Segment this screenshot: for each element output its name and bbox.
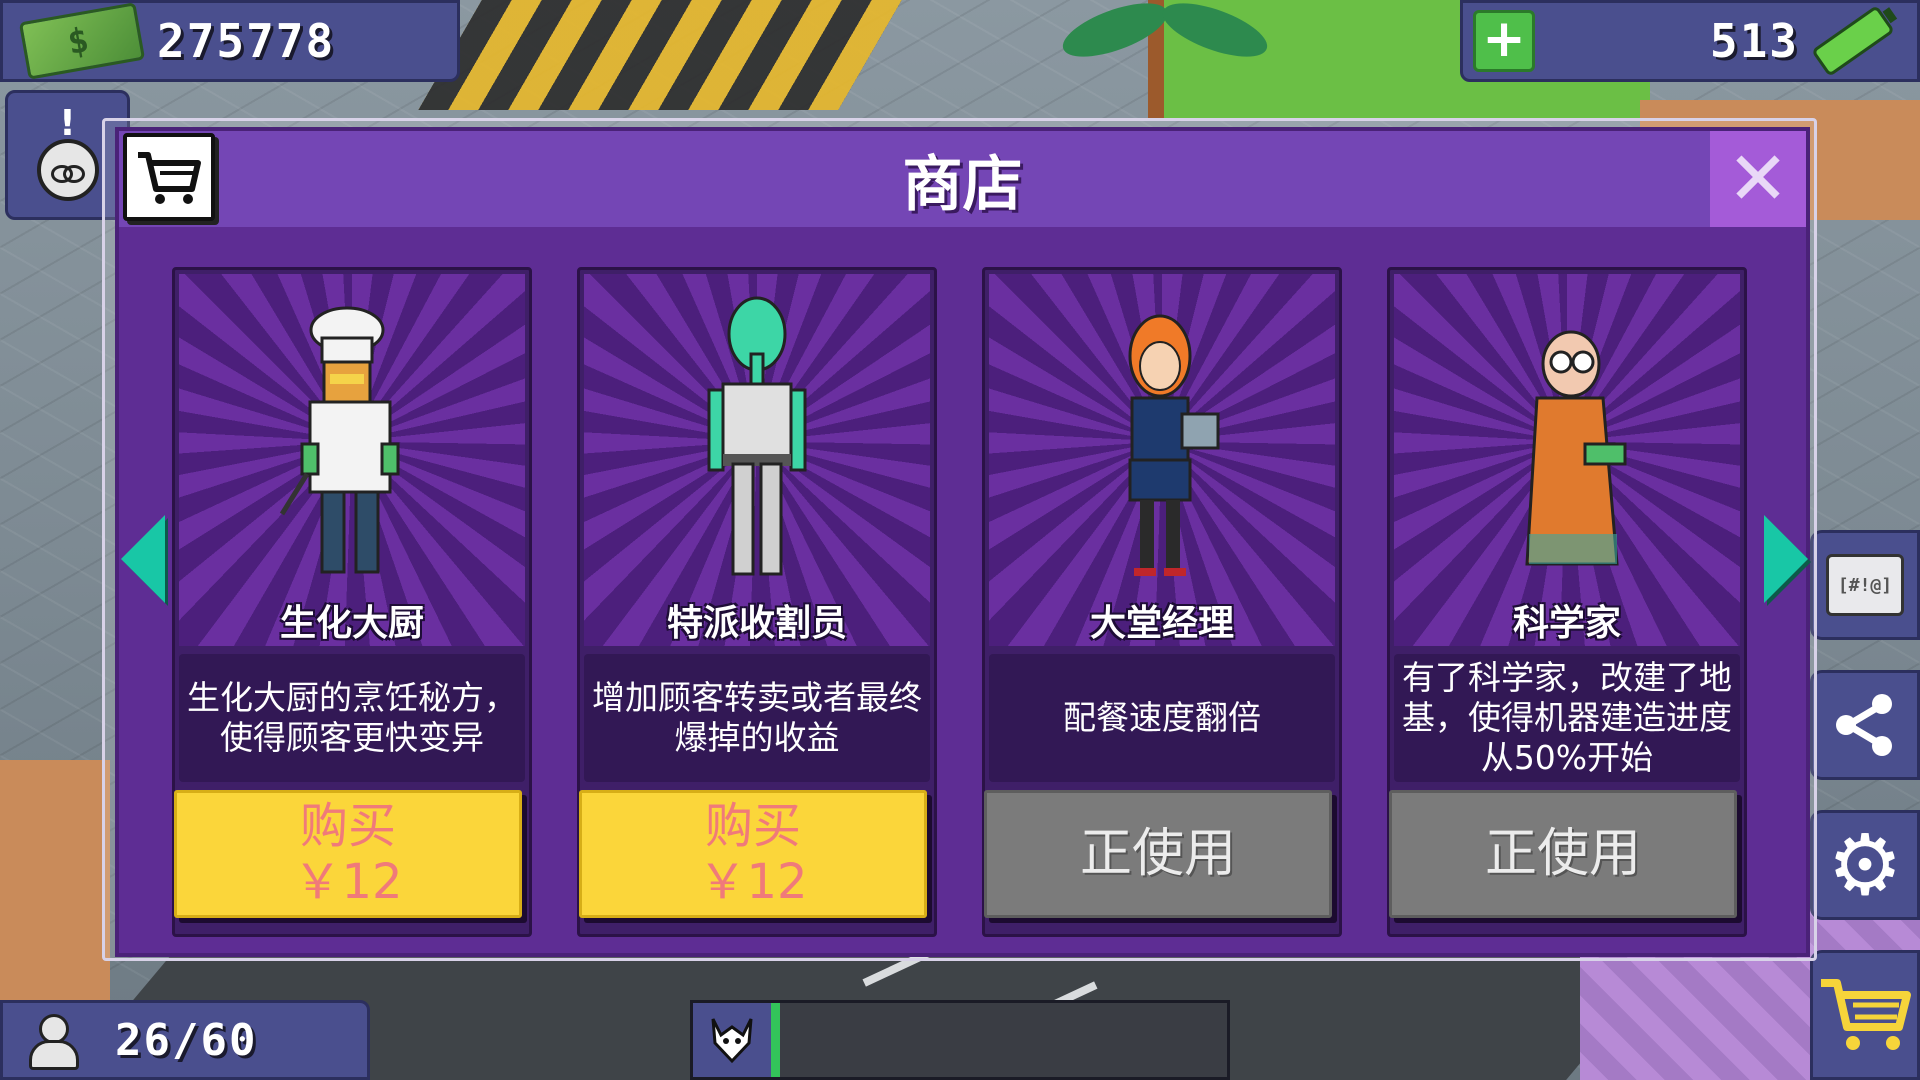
alert-icon: !: [59, 103, 76, 144]
energy-value: 513: [1709, 14, 1799, 68]
card-portrait: 生化大厨: [179, 274, 525, 646]
progress-track: [771, 1003, 1227, 1077]
price-label: ￥12: [698, 854, 808, 910]
shop-card: 生化大厨 生化大厨的烹饪秘方，使得顾客更快变异 购买 ￥12: [172, 267, 532, 937]
shop-panel: 商店 ✕ 生化大厨 生化大厨的烹饪秘方，使得顾客更快变异 购买 ￥12 特派收割…: [115, 127, 1810, 957]
card-name: 科学家: [1512, 603, 1621, 644]
cart-icon: [1821, 979, 1911, 1050]
card-description: 配餐速度翻倍: [989, 654, 1335, 782]
hazard-stripes: [418, 0, 902, 110]
close-button[interactable]: ✕: [1710, 131, 1806, 227]
add-energy-button[interactable]: +: [1473, 10, 1535, 72]
buy-label: 购买: [299, 798, 396, 854]
money-counter: 275778: [0, 0, 460, 82]
card-portrait: 科学家: [1394, 274, 1740, 646]
manager-portrait: [1128, 314, 1220, 576]
population-counter: 26/60: [0, 1000, 370, 1080]
gift-icon: [#!@]: [1826, 554, 1904, 616]
shop-header: 商店 ✕: [119, 131, 1806, 227]
in-use-button[interactable]: 正使用: [984, 790, 1332, 918]
settings-button[interactable]: ⚙: [1810, 810, 1920, 920]
shop-modal: 商店 ✕ 生化大厨 生化大厨的烹饪秘方，使得顾客更快变异 购买 ￥12 特派收割…: [102, 118, 1817, 961]
population-value: 26/60: [115, 1014, 258, 1066]
progress-fill: [771, 1003, 781, 1077]
buy-label: 购买: [704, 798, 801, 854]
mutant-glyph: [711, 1018, 753, 1064]
shop-card-list: 生化大厨 生化大厨的烹饪秘方，使得顾客更快变异 购买 ￥12 特派收割员 增加顾…: [172, 267, 1757, 937]
buy-button[interactable]: 购买 ￥12: [174, 790, 522, 918]
card-name: 生化大厨: [279, 603, 424, 644]
arrow-left-icon[interactable]: [121, 515, 165, 603]
money-value: 275778: [157, 14, 336, 68]
in-use-button[interactable]: 正使用: [1389, 790, 1737, 918]
gear-icon: ⚙: [1827, 816, 1903, 914]
share-button[interactable]: [1810, 670, 1920, 780]
arrow-right-icon[interactable]: [1764, 515, 1808, 603]
in-use-label: 正使用: [1484, 824, 1641, 884]
orange-wall: [0, 760, 110, 1020]
staff-avatar-icon: [36, 139, 99, 201]
buy-button[interactable]: 购买 ￥12: [579, 790, 927, 918]
money-icon: [18, 2, 146, 80]
mutant-icon: [693, 1003, 771, 1077]
in-use-label: 正使用: [1079, 824, 1236, 884]
cart-icon: [123, 133, 215, 221]
gift-button[interactable]: [#!@]: [1810, 530, 1920, 640]
card-description: 增加顾客转卖或者最终爆掉的收益: [584, 654, 930, 782]
scientist-portrait: [1525, 330, 1627, 566]
alien-portrait: [707, 296, 807, 576]
card-portrait: 大堂经理: [989, 274, 1335, 646]
shop-card: 大堂经理 配餐速度翻倍 正使用: [982, 267, 1342, 937]
energy-counter: + 513: [1460, 0, 1920, 82]
cart-glyph: [138, 152, 201, 204]
card-description: 生化大厨的烹饪秘方，使得顾客更快变异: [179, 654, 525, 782]
card-name: 特派收割员: [666, 603, 847, 644]
battery-icon: [1811, 4, 1895, 78]
share-icon: [1836, 694, 1892, 756]
price-label: ￥12: [293, 854, 403, 910]
shop-card: 特派收割员 增加顾客转卖或者最终爆掉的收益 购买 ￥12: [577, 267, 937, 937]
card-name: 大堂经理: [1089, 603, 1234, 644]
close-icon: ✕: [1726, 136, 1789, 222]
card-portrait: 特派收割员: [584, 274, 930, 646]
person-icon: [27, 1014, 79, 1070]
shop-title: 商店: [902, 149, 1023, 220]
shop-card: 科学家 有了科学家，改建了地基，使得机器建造进度从50%开始 正使用: [1387, 267, 1747, 937]
mutation-progress-bar: [690, 1000, 1230, 1080]
card-description: 有了科学家，改建了地基，使得机器建造进度从50%开始: [1394, 654, 1740, 782]
shop-cart-button[interactable]: [1810, 950, 1920, 1080]
chef-portrait: [279, 306, 400, 574]
